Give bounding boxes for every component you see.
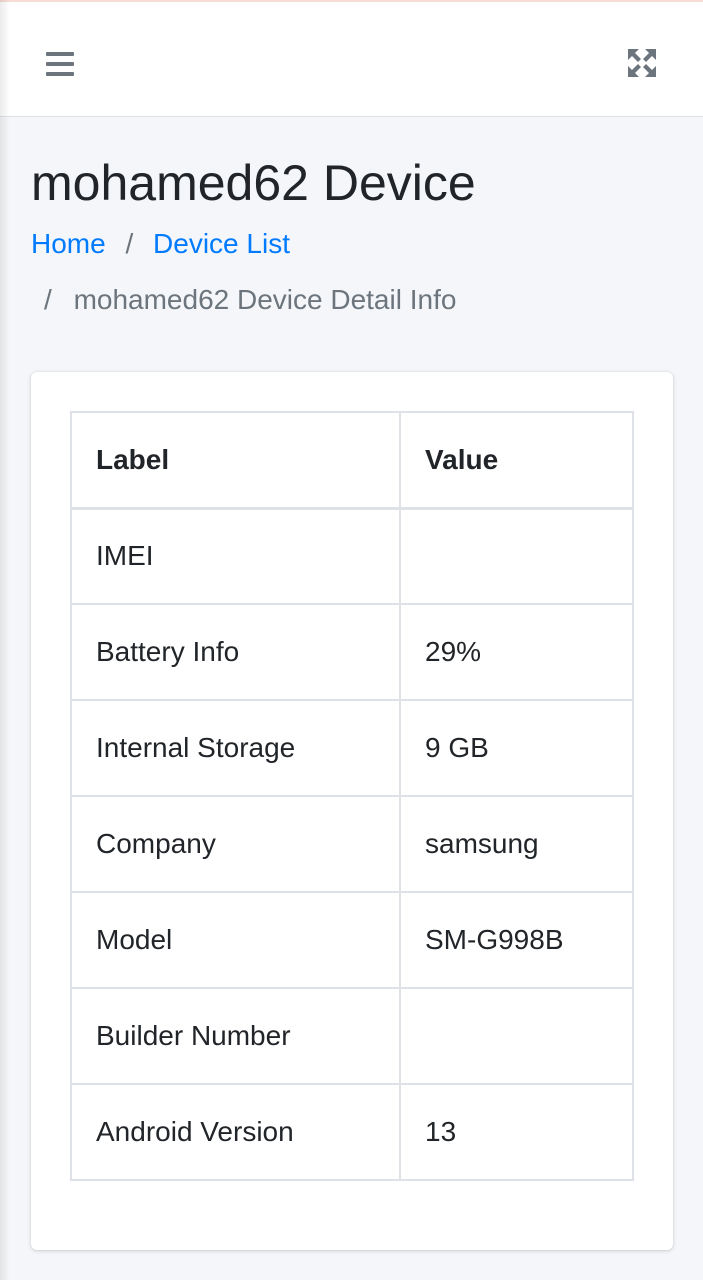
- table-row: Android Version 13: [70, 1083, 634, 1181]
- row-label: Android Version: [70, 1083, 401, 1181]
- breadcrumb-device-list-link[interactable]: Device List: [153, 228, 290, 259]
- row-value: SM-G998B: [399, 891, 634, 989]
- top-navbar: [0, 0, 703, 117]
- breadcrumb: Home / Device List: [31, 226, 290, 262]
- row-label: Internal Storage: [70, 699, 401, 797]
- row-label: Model: [70, 891, 401, 989]
- page-title: mohamed62 Device: [31, 155, 476, 211]
- table-row: Internal Storage 9 GB: [70, 699, 634, 797]
- row-value: 13: [399, 1083, 634, 1181]
- breadcrumb-current: mohamed62 Device Detail Info: [73, 284, 457, 315]
- table-row: Model SM-G998B: [70, 891, 634, 989]
- table-header-row: Label Value: [70, 411, 634, 510]
- row-label: IMEI: [70, 507, 401, 605]
- table-row: Battery Info 29%: [70, 603, 634, 701]
- table-row: Builder Number: [70, 987, 634, 1085]
- row-value: 29%: [399, 603, 634, 701]
- hamburger-icon[interactable]: [46, 52, 74, 76]
- device-info-table: Label Value IMEI Battery Info 29% Intern…: [70, 411, 634, 1181]
- column-header-label: Label: [70, 411, 401, 510]
- breadcrumb-separator: /: [125, 228, 134, 259]
- expand-arrows-icon[interactable]: [626, 47, 658, 79]
- row-label: Battery Info: [70, 603, 401, 701]
- breadcrumb-second-line: / mohamed62 Device Detail Info: [44, 282, 456, 318]
- table-row: Company samsung: [70, 795, 634, 893]
- row-value: [399, 507, 634, 605]
- row-value: samsung: [399, 795, 634, 893]
- page: mohamed62 Device Home / Device List / mo…: [0, 0, 703, 1280]
- sidebar-edge-shadow: [0, 0, 10, 1280]
- column-header-value: Value: [399, 411, 634, 510]
- row-label: Builder Number: [70, 987, 401, 1085]
- row-value: [399, 987, 634, 1085]
- breadcrumb-separator: /: [44, 284, 52, 315]
- table-row: IMEI: [70, 507, 634, 605]
- breadcrumb-home-link[interactable]: Home: [31, 228, 106, 259]
- row-value: 9 GB: [399, 699, 634, 797]
- device-info-card: Label Value IMEI Battery Info 29% Intern…: [31, 372, 673, 1250]
- row-label: Company: [70, 795, 401, 893]
